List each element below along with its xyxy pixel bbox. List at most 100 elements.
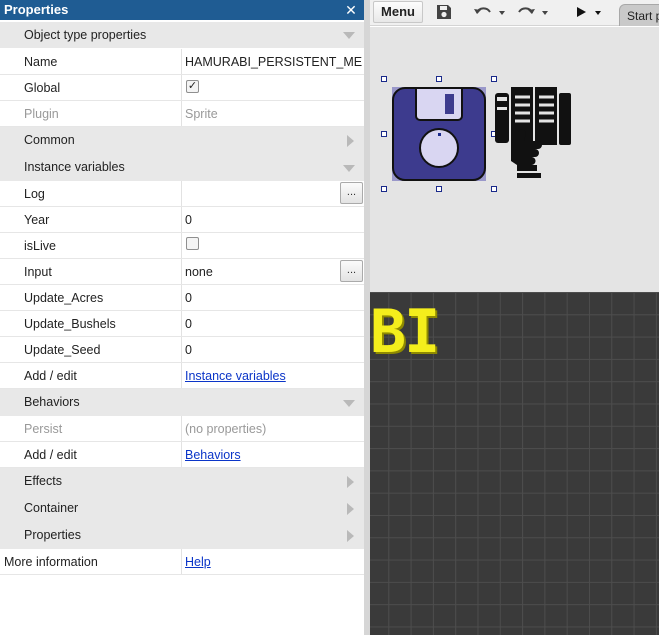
section-container[interactable]: Container — [0, 495, 364, 522]
redo-dropdown-icon[interactable] — [540, 1, 550, 23]
property-row-add-edit-behaviors: Add / edit Behaviors — [0, 442, 364, 468]
column-divider — [181, 233, 182, 258]
section-properties[interactable]: Properties — [0, 522, 364, 549]
section-object-type-properties[interactable]: Object type properties — [0, 22, 364, 48]
column-divider — [181, 207, 182, 232]
column-divider — [181, 285, 182, 310]
section-label: Common — [24, 133, 75, 147]
column-divider — [181, 442, 182, 467]
run-dropdown-icon[interactable] — [593, 1, 603, 23]
selection-handle[interactable] — [381, 186, 387, 192]
property-value-persist: (no properties) — [185, 422, 267, 436]
selection-handle[interactable] — [381, 76, 387, 82]
title-text-object[interactable]: BI — [370, 302, 440, 362]
close-icon[interactable]: ✕ — [344, 0, 358, 20]
redo-icon[interactable] — [514, 1, 538, 23]
chevron-right-icon[interactable] — [347, 134, 354, 147]
chevron-down-icon[interactable] — [343, 32, 355, 39]
section-label: Instance variables — [24, 160, 125, 174]
help-link[interactable]: Help — [185, 555, 211, 569]
property-value-update-acres[interactable]: 0 — [185, 285, 362, 311]
property-name: Global — [24, 81, 61, 95]
selection-handle[interactable] — [491, 76, 497, 82]
property-row-add-edit-variables: Add / edit Instance variables — [0, 363, 364, 389]
chevron-right-icon[interactable] — [347, 475, 354, 488]
save-icon[interactable] — [433, 1, 455, 23]
property-name: Year — [24, 213, 50, 227]
column-divider — [181, 311, 182, 336]
section-label: Effects — [24, 474, 62, 488]
property-row-plugin: Plugin Sprite — [0, 101, 364, 127]
chevron-right-icon[interactable] — [347, 529, 354, 542]
property-value-name[interactable]: HAMURABI_PERSISTENT_MEMORY — [185, 49, 362, 75]
chevron-down-icon[interactable] — [343, 399, 355, 407]
toolbar: Menu Start page — [370, 0, 659, 26]
instance-variables-link[interactable]: Instance variables — [185, 369, 286, 383]
section-common[interactable]: Common — [0, 127, 364, 154]
log-edit-button[interactable]: ... — [340, 182, 363, 204]
property-name: Add / edit — [24, 369, 77, 383]
islive-checkbox[interactable] — [186, 237, 199, 250]
property-name: Input — [24, 265, 52, 279]
property-value-year[interactable]: 0 — [185, 207, 362, 233]
column-divider — [181, 549, 182, 574]
play-icon[interactable] — [572, 1, 590, 23]
section-instance-variables[interactable]: Instance variables — [0, 154, 364, 181]
property-value-plugin: Sprite — [185, 107, 218, 121]
selection-handle[interactable] — [436, 186, 442, 192]
column-divider — [181, 181, 182, 206]
property-row-log[interactable]: Log ... — [0, 181, 364, 207]
section-label: Object type properties — [24, 28, 147, 42]
layout-canvas[interactable]: BI — [370, 27, 659, 635]
property-name: Update_Bushels — [24, 317, 116, 331]
global-checkbox[interactable]: ✓ — [186, 80, 199, 93]
section-label: Behaviors — [24, 395, 80, 409]
property-name: isLive — [24, 239, 56, 253]
property-row-update-bushels[interactable]: Update_Bushels 0 — [0, 311, 364, 337]
property-value-update-seed[interactable]: 0 — [185, 337, 362, 363]
properties-panel: Properties ✕ Object type properties Name… — [0, 0, 364, 635]
menu-button[interactable]: Menu — [373, 1, 423, 23]
property-value-update-bushels[interactable]: 0 — [185, 311, 362, 337]
books-hand-icon[interactable] — [493, 83, 575, 183]
property-name: More information — [4, 555, 98, 569]
section-behaviors[interactable]: Behaviors — [0, 389, 364, 416]
property-name: Log — [24, 187, 45, 201]
property-row-update-seed[interactable]: Update_Seed 0 — [0, 337, 364, 363]
property-row-input[interactable]: Input none ... — [0, 259, 364, 285]
input-edit-button[interactable]: ... — [340, 260, 363, 282]
property-name: Plugin — [24, 107, 59, 121]
layout-grid-area[interactable]: BI — [370, 292, 659, 635]
behaviors-link[interactable]: Behaviors — [185, 448, 241, 462]
undo-dropdown-icon[interactable] — [497, 1, 507, 23]
column-divider — [181, 363, 182, 388]
chevron-right-icon[interactable] — [347, 502, 354, 515]
property-name: Update_Acres — [24, 291, 104, 305]
selection-handle[interactable] — [381, 131, 387, 137]
property-name: Update_Seed — [24, 343, 101, 357]
property-row-global[interactable]: Global ✓ — [0, 75, 364, 101]
property-value-input[interactable]: none — [185, 259, 362, 285]
chevron-down-icon[interactable] — [343, 164, 355, 172]
property-row-islive[interactable]: isLive — [0, 233, 364, 259]
property-name: Add / edit — [24, 448, 77, 462]
property-row-update-acres[interactable]: Update_Acres 0 — [0, 285, 364, 311]
column-divider — [181, 416, 182, 441]
undo-icon[interactable] — [471, 1, 495, 23]
selection-handle[interactable] — [436, 76, 442, 82]
column-divider — [181, 259, 182, 284]
section-label: Container — [24, 501, 79, 515]
tab-start-page[interactable]: Start page — [619, 4, 659, 26]
selection-handle[interactable] — [491, 186, 497, 192]
property-row-name[interactable]: Name HAMURABI_PERSISTENT_MEMORY — [0, 49, 364, 75]
properties-title: Properties — [4, 2, 69, 17]
property-name: Persist — [24, 422, 63, 436]
property-row-year[interactable]: Year 0 — [0, 207, 364, 233]
properties-title-bar: Properties ✕ — [0, 0, 364, 20]
property-row-more-information: More information Help — [0, 549, 364, 575]
column-divider — [181, 101, 182, 126]
section-effects[interactable]: Effects — [0, 468, 364, 495]
origin-point — [438, 133, 441, 136]
section-label: Properties — [24, 528, 81, 542]
column-divider — [181, 337, 182, 362]
